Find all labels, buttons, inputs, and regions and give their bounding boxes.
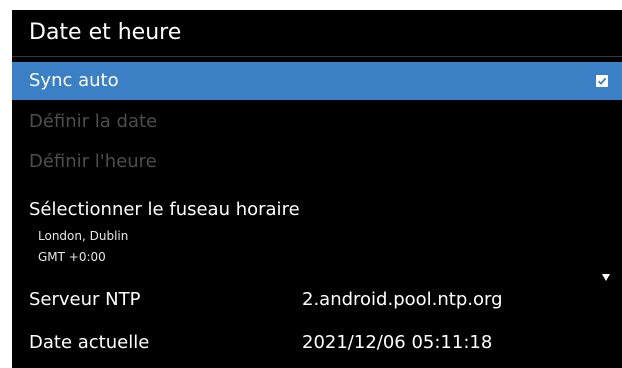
ntp-server-value: 2.android.pool.ntp.org xyxy=(302,289,503,310)
ntp-server-label: Serveur NTP xyxy=(29,289,141,310)
menu-item-sync-auto[interactable]: Sync auto xyxy=(12,62,622,100)
settings-panel: Date et heure Sync auto Définir la date … xyxy=(12,10,622,368)
current-date-value: 2021/12/06 05:11:18 xyxy=(302,332,493,353)
set-time-label: Définir l'heure xyxy=(29,151,157,172)
page-title: Date et heure xyxy=(29,20,182,45)
timezone-city: London, Dublin xyxy=(38,229,129,243)
title-divider xyxy=(12,56,622,57)
checkbox-checked-icon[interactable] xyxy=(596,75,608,87)
timezone-label: Sélectionner le fuseau horaire xyxy=(29,199,300,220)
menu-item-set-date[interactable]: Définir la date xyxy=(12,102,622,142)
menu-item-timezone[interactable]: Sélectionner le fuseau horaire London, D… xyxy=(12,194,622,274)
timezone-offset: GMT +0:00 xyxy=(38,250,106,264)
current-date-label: Date actuelle xyxy=(29,332,150,353)
menu-item-set-time[interactable]: Définir l'heure xyxy=(12,142,622,182)
sync-auto-label: Sync auto xyxy=(29,70,119,91)
set-date-label: Définir la date xyxy=(29,111,158,132)
menu-item-ntp-server[interactable]: Serveur NTP 2.android.pool.ntp.org xyxy=(12,280,622,320)
menu-item-current-date[interactable]: Date actuelle 2021/12/06 05:11:18 xyxy=(12,322,622,364)
